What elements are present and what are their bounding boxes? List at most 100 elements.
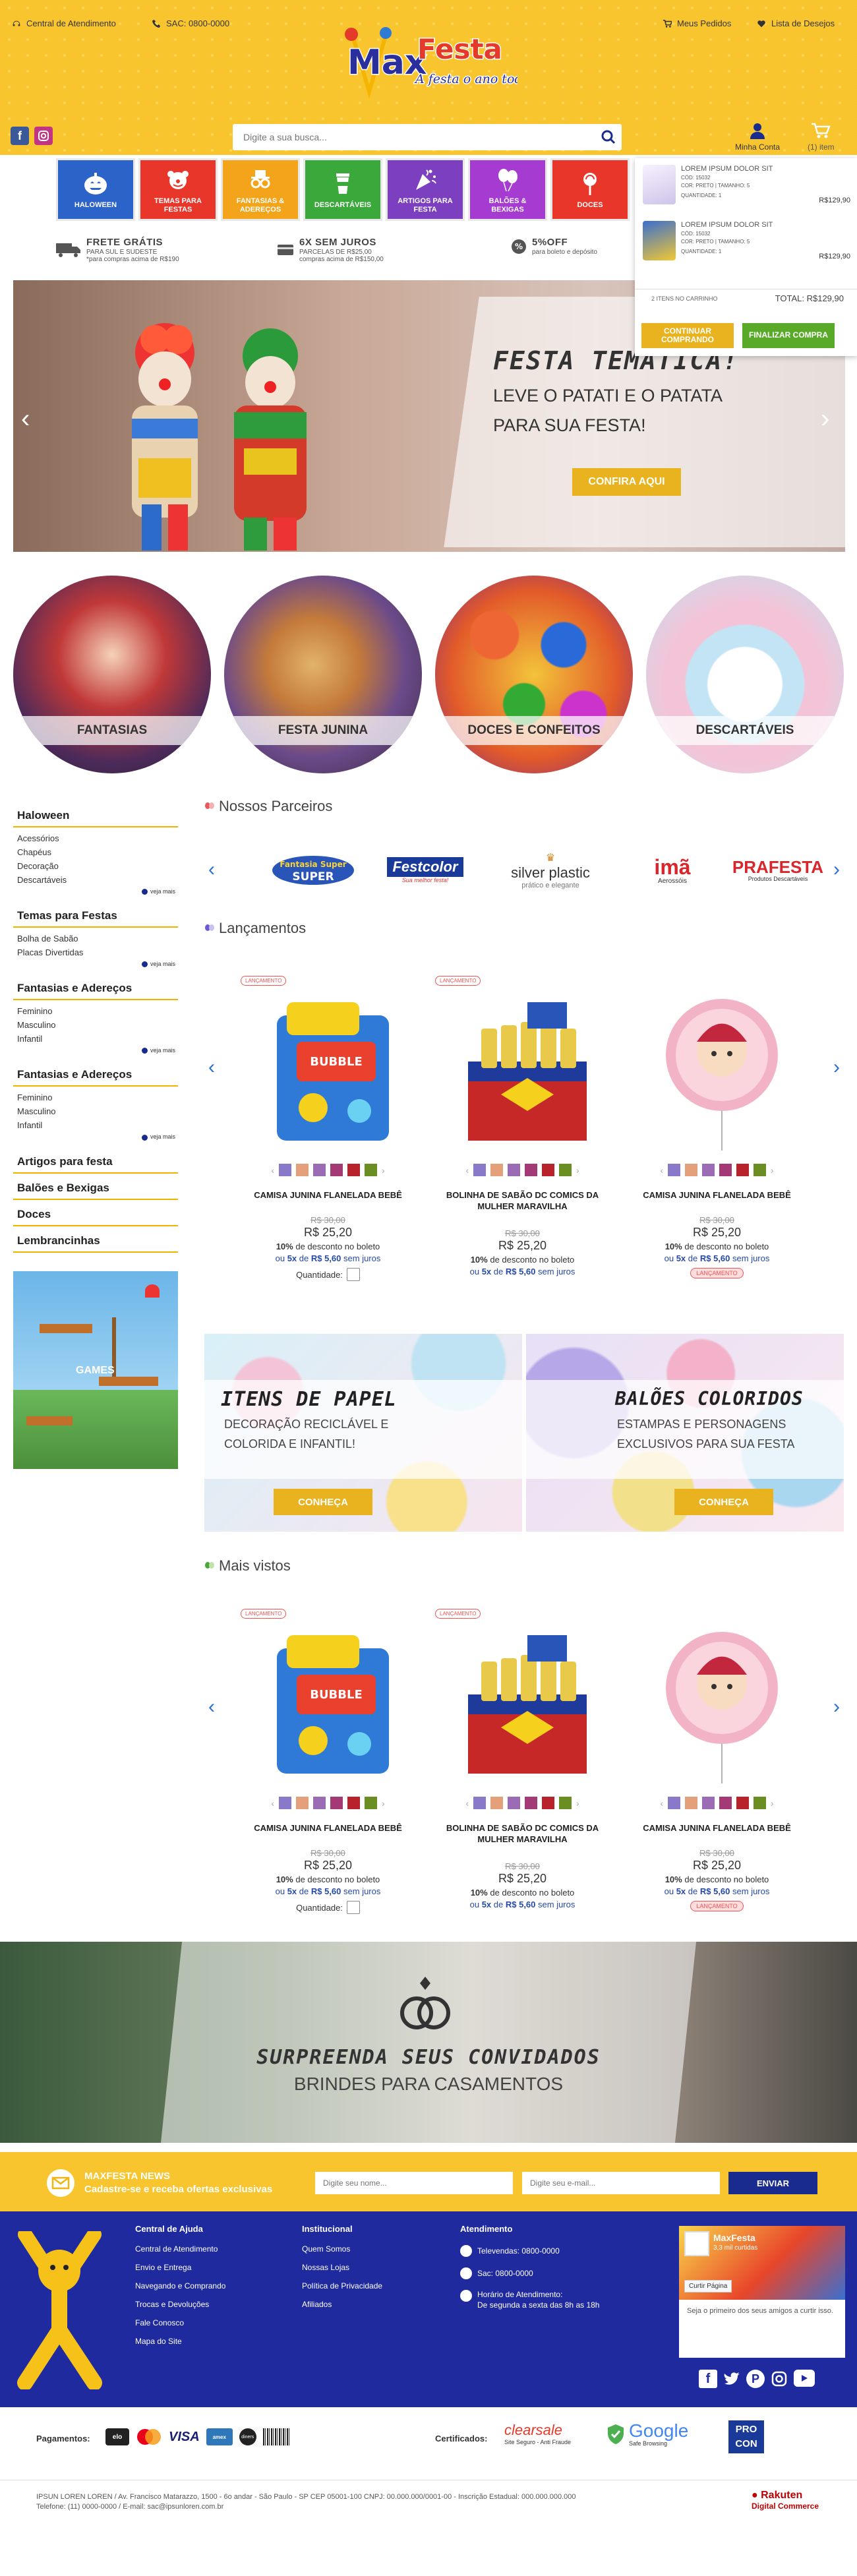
sidebar-link[interactable]: Masculino: [13, 1018, 178, 1032]
color-swatch[interactable]: [365, 1797, 377, 1809]
color-swatch[interactable]: [685, 1797, 697, 1809]
nav-item-balloon[interactable]: BALÕES & BEXIGAS: [468, 158, 547, 221]
hero-prev-arrow[interactable]: ‹: [21, 405, 30, 432]
product-name[interactable]: BOLINHA DE SABÃO DC COMICS DA MULHER MAR…: [435, 1190, 610, 1213]
see-more-link[interactable]: veja mais: [13, 887, 178, 901]
chevron-left-icon[interactable]: ‹: [465, 1798, 469, 1809]
games-banner[interactable]: GAMES: [13, 1271, 178, 1469]
instagram-icon[interactable]: [770, 2370, 788, 2388]
chevron-left-icon[interactable]: ‹: [465, 1165, 469, 1176]
sidebar-link-heading[interactable]: Balões e Bexigas: [13, 1180, 178, 1200]
see-more-link[interactable]: veja mais: [13, 1132, 178, 1147]
color-swatch[interactable]: [754, 1797, 766, 1809]
color-swatch[interactable]: [313, 1797, 326, 1809]
banner-paper-items[interactable]: ITENS DE PAPEL DECORAÇÃO RECICLÁVEL E CO…: [204, 1334, 522, 1532]
quantity-input[interactable]: [346, 1901, 360, 1914]
color-swatch[interactable]: [559, 1797, 572, 1809]
color-swatch[interactable]: [542, 1797, 554, 1809]
product-image[interactable]: [649, 989, 794, 1154]
sidebar-link[interactable]: Bolha de Sabão: [13, 932, 178, 945]
search-button[interactable]: [595, 124, 622, 150]
footer-link[interactable]: Central de Atendimento: [135, 2245, 225, 2253]
color-swatch[interactable]: [296, 1164, 309, 1176]
nav-item-candy[interactable]: DOCES: [550, 158, 630, 221]
chevron-left-icon[interactable]: ‹: [660, 1798, 663, 1809]
color-swatch[interactable]: [702, 1797, 715, 1809]
newsletter-email-input[interactable]: [522, 2172, 720, 2194]
twitter-icon[interactable]: [723, 2370, 741, 2388]
partners-prev-arrow[interactable]: ‹: [204, 858, 219, 880]
footer-link[interactable]: Nossas Lojas: [302, 2263, 382, 2271]
product-name[interactable]: CAMISA JUNINA FLANELADA BEBÊ: [630, 1190, 804, 1201]
product-card[interactable]: LANÇAMENTO ‹ › BOLINHA DE SABÃO DC COMICS D…: [435, 976, 610, 1286]
my-account-link[interactable]: Minha Conta: [735, 122, 780, 152]
color-swatch[interactable]: [490, 1797, 503, 1809]
checkout-button[interactable]: FINALIZAR COMPRA: [742, 323, 835, 348]
product-image[interactable]: [455, 989, 600, 1154]
color-swatch[interactable]: [668, 1164, 680, 1176]
hero-cta-button[interactable]: CONFIRA AQUI: [572, 468, 681, 496]
category-descartaveis[interactable]: DESCARTÁVEIS: [646, 576, 844, 773]
most-viewed-prev-arrow[interactable]: ‹: [204, 1696, 219, 1718]
product-image[interactable]: [455, 1622, 600, 1787]
category-fantasias[interactable]: FANTASIAS: [13, 576, 211, 773]
facebook-icon[interactable]: f: [11, 127, 29, 145]
footer-link[interactable]: Navegando e Comprando: [135, 2282, 225, 2290]
sac-link[interactable]: SAC: 0800-0000: [152, 18, 229, 28]
footer-link[interactable]: Afiliados: [302, 2300, 382, 2308]
sidebar-link[interactable]: Acessórios: [13, 831, 178, 845]
product-name[interactable]: CAMISA JUNINA FLANELADA BEBÊ: [241, 1190, 415, 1201]
footer-link[interactable]: Envio e Entrega: [135, 2263, 225, 2271]
color-swatch[interactable]: [736, 1164, 749, 1176]
color-swatch[interactable]: [719, 1797, 732, 1809]
color-swatch[interactable]: [473, 1164, 486, 1176]
sidebar-link[interactable]: Masculino: [13, 1104, 178, 1118]
maxfesta-logo[interactable]: Max Festa A festa o ano todo!: [340, 22, 517, 100]
sidebar-link[interactable]: Decoração: [13, 859, 178, 873]
most-viewed-next-arrow[interactable]: ›: [829, 1696, 844, 1718]
color-swatch[interactable]: [542, 1164, 554, 1176]
see-more-link[interactable]: veja mais: [13, 959, 178, 974]
color-swatch[interactable]: [736, 1797, 749, 1809]
color-swatch[interactable]: [365, 1164, 377, 1176]
hero-next-arrow[interactable]: ›: [821, 405, 829, 432]
chevron-left-icon[interactable]: ‹: [271, 1798, 274, 1809]
sidebar-group-title[interactable]: Haloween: [13, 808, 178, 827]
color-swatch[interactable]: [508, 1164, 520, 1176]
google-safe-browsing-seal[interactable]: Google Safe Browsing: [606, 2422, 688, 2447]
partner-logo[interactable]: Festcolor Sua melhor festa!: [366, 851, 485, 890]
partner-logo[interactable]: PRAFESTA Produtos Descartáveis: [719, 851, 837, 890]
color-swatch[interactable]: [668, 1797, 680, 1809]
footer-link[interactable]: Quem Somos: [302, 2245, 382, 2253]
sidebar-link-heading[interactable]: Doces: [13, 1207, 178, 1226]
footer-link[interactable]: Fale Conosco: [135, 2319, 225, 2327]
color-swatch[interactable]: [559, 1164, 572, 1176]
wedding-banner[interactable]: SURPREENDA SEUS CONVIDADOS BRINDES PARA …: [0, 1942, 857, 2143]
nav-item-party[interactable]: ARTIGOS PARA FESTA: [386, 158, 465, 221]
wishlist-link[interactable]: Lista de Desejos: [757, 18, 835, 28]
sidebar-link[interactable]: Placas Divertidas: [13, 945, 178, 959]
product-card[interactable]: ‹ › CAMISA JUNINA FLANELADA BEBÊ R$ 30,00 R$…: [630, 1609, 804, 1919]
sidebar-link-heading[interactable]: Artigos para festa: [13, 1154, 178, 1174]
sidebar-link[interactable]: Feminino: [13, 1004, 178, 1018]
footer-link[interactable]: Trocas e Devoluções: [135, 2300, 225, 2308]
color-swatch[interactable]: [347, 1164, 360, 1176]
color-swatch[interactable]: [525, 1797, 537, 1809]
color-swatch[interactable]: [702, 1164, 715, 1176]
pinterest-icon[interactable]: P: [746, 2370, 765, 2388]
product-name[interactable]: BOLINHA DE SABÃO DC COMICS DA MULHER MAR…: [435, 1823, 610, 1845]
facebook-icon[interactable]: f: [699, 2370, 717, 2388]
banner-cta-button[interactable]: CONHEÇA: [274, 1489, 372, 1515]
sidebar-link[interactable]: Infantil: [13, 1118, 178, 1132]
banner-cta-button[interactable]: CONHEÇA: [674, 1489, 773, 1515]
launches-next-arrow[interactable]: ›: [829, 1056, 844, 1078]
category-doces-confeitos[interactable]: DOCES E CONFEITOS: [435, 576, 633, 773]
sidebar-link-heading[interactable]: Lembrancinhas: [13, 1233, 178, 1253]
partner-logo[interactable]: Fantasia Super SUPER: [254, 851, 372, 890]
color-swatch[interactable]: [490, 1164, 503, 1176]
sidebar-group-title[interactable]: Temas para Festas: [13, 908, 178, 928]
rakuten-logo[interactable]: ● Rakuten Digital Commerce: [752, 2490, 819, 2511]
continue-shopping-button[interactable]: CONTINUAR COMPRANDO: [641, 323, 734, 348]
cart-item[interactable]: LOREM IPSUM DOLOR SIT CÓD: 15032 COR: PR…: [643, 165, 850, 218]
my-orders-link[interactable]: Meus Pedidos: [663, 18, 731, 28]
